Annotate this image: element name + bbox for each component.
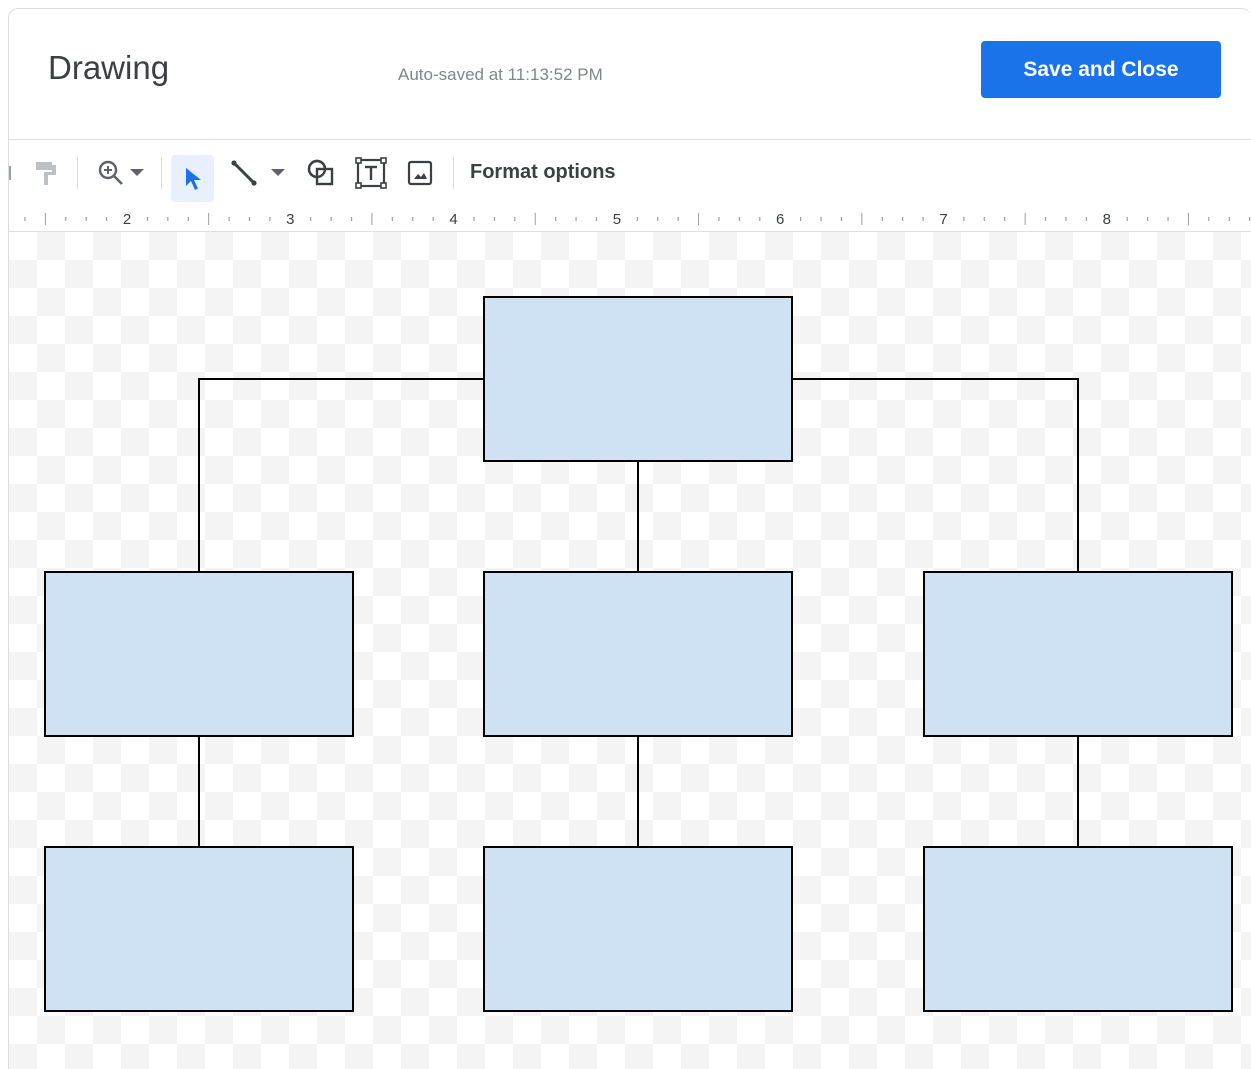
select-arrow-icon [182, 166, 204, 192]
paint-format-icon [33, 159, 59, 187]
ruler-label: 2 [123, 211, 131, 228]
save-and-close-button[interactable]: Save and Close [981, 41, 1221, 98]
ruler-label: 3 [286, 211, 294, 228]
ruler-label: 5 [613, 211, 621, 228]
ruler-label: 8 [1103, 211, 1111, 228]
diagram-box-level3-center[interactable] [483, 846, 793, 1012]
horizontal-ruler: 2 3 4 5 6 7 8 [9, 207, 1251, 232]
diagram-box-level3-left[interactable] [44, 846, 354, 1012]
ruler-ticks: 2 3 4 5 6 7 8 [24, 211, 1251, 228]
connector-line[interactable] [198, 378, 484, 572]
image-tool-button[interactable] [403, 157, 437, 189]
dialog-header: Drawing Auto-saved at 11:13:52 PM Save a… [9, 9, 1251, 140]
toolbar-divider [77, 157, 78, 189]
image-icon [407, 160, 433, 186]
org-chart-diagram [44, 296, 1233, 1012]
ruler-label: 7 [939, 211, 947, 228]
line-tool-button[interactable] [225, 157, 289, 189]
dialog-title: Drawing [48, 49, 170, 86]
diagram-box-level3-right[interactable] [923, 846, 1233, 1012]
select-tool-button[interactable] [171, 155, 214, 202]
connector-line[interactable] [792, 378, 1079, 572]
ruler-label: 4 [449, 211, 457, 228]
zoom-button[interactable] [91, 157, 149, 189]
shape-tool-button[interactable] [303, 157, 339, 189]
text-box-tool-button[interactable] [353, 157, 389, 189]
diagram-box-level2-center[interactable] [483, 571, 793, 737]
toolbar-divider [453, 157, 454, 189]
drawing-toolbar: Format options [9, 140, 1251, 206]
shape-icon [306, 158, 336, 188]
page-edge [0, 0, 8, 1069]
autosave-status: Auto-saved at 11:13:52 PM [398, 65, 603, 84]
toolbar-overflow-edge [9, 166, 11, 180]
chevron-down-icon [271, 169, 285, 177]
diagram-box-root[interactable] [483, 296, 793, 462]
drawing-dialog: Drawing Auto-saved at 11:13:52 PM Save a… [8, 8, 1251, 1069]
text-box-icon [355, 157, 387, 189]
drawing-canvas[interactable] [9, 232, 1251, 1069]
line-icon [229, 158, 259, 188]
format-options-button[interactable]: Format options [470, 161, 616, 184]
diagram-box-level2-left[interactable] [44, 571, 354, 737]
diagram-box-level2-right[interactable] [923, 571, 1233, 737]
chevron-down-icon [130, 169, 144, 177]
zoom-icon [96, 158, 126, 188]
paint-format-button[interactable] [31, 157, 61, 189]
ruler-label: 6 [776, 211, 784, 228]
toolbar-divider [161, 157, 162, 189]
